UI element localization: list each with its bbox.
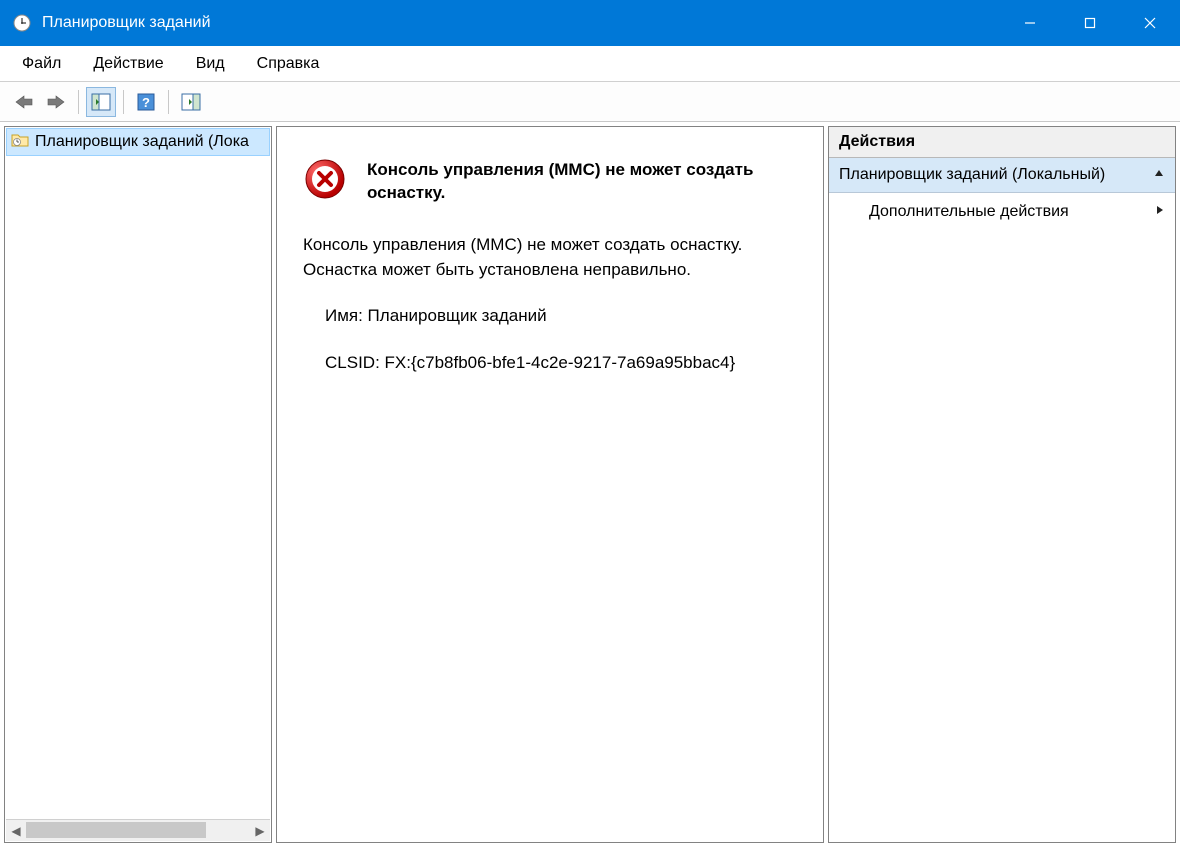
clock-icon	[12, 13, 32, 33]
scroll-thumb[interactable]	[26, 822, 206, 838]
menu-help[interactable]: Справка	[243, 51, 334, 77]
tree-horizontal-scrollbar[interactable]: ◀ ▶	[6, 819, 270, 841]
content-pane: Консоль управления (MMC) не может создат…	[276, 126, 824, 843]
error-clsid-line: CLSID: FX:{c7b8fb06-bfe1-4c2e-9217-7a69a…	[303, 351, 797, 376]
toolbar: ?	[0, 82, 1180, 122]
actions-section-header[interactable]: Планировщик заданий (Локальный)	[829, 158, 1175, 193]
show-hide-actions-button[interactable]	[176, 87, 206, 117]
menu-view[interactable]: Вид	[182, 51, 239, 77]
error-icon	[303, 157, 347, 201]
menubar: Файл Действие Вид Справка	[0, 46, 1180, 82]
submenu-arrow-icon	[1155, 203, 1165, 221]
actions-section-label: Планировщик заданий (Локальный)	[839, 166, 1105, 184]
tree-pane: Планировщик заданий (Лока ◀ ▶	[4, 126, 272, 843]
minimize-button[interactable]	[1000, 0, 1060, 46]
scheduler-folder-icon	[11, 132, 29, 152]
help-button[interactable]: ?	[131, 87, 161, 117]
error-title: Консоль управления (MMC) не может создат…	[367, 157, 797, 205]
tree-root-label: Планировщик заданий (Лока	[35, 133, 249, 151]
svg-text:?: ?	[142, 95, 150, 110]
nav-back-button[interactable]	[9, 87, 39, 117]
collapse-icon	[1153, 166, 1165, 184]
show-hide-tree-button[interactable]	[86, 87, 116, 117]
error-body: Консоль управления (MMC) не может создат…	[303, 233, 797, 376]
error-body-line1: Консоль управления (MMC) не может создат…	[303, 235, 742, 254]
nav-forward-button[interactable]	[41, 87, 71, 117]
window-title: Планировщик заданий	[42, 14, 211, 32]
menu-action[interactable]: Действие	[79, 51, 177, 77]
actions-more-item[interactable]: Дополнительные действия	[829, 193, 1175, 231]
maximize-button[interactable]	[1060, 0, 1120, 46]
titlebar: Планировщик заданий	[0, 0, 1180, 46]
close-button[interactable]	[1120, 0, 1180, 46]
error-body-line2: Оснастка может быть установлена неправил…	[303, 260, 691, 279]
window-controls	[1000, 0, 1180, 46]
tree-root-item[interactable]: Планировщик заданий (Лока	[6, 128, 270, 156]
actions-pane: Действия Планировщик заданий (Локальный)…	[828, 126, 1176, 843]
scroll-right-arrow-icon[interactable]: ▶	[250, 821, 270, 841]
error-name-line: Имя: Планировщик заданий	[303, 304, 797, 329]
actions-more-label: Дополнительные действия	[869, 203, 1069, 221]
menu-file[interactable]: Файл	[8, 51, 75, 77]
body: Планировщик заданий (Лока ◀ ▶	[0, 122, 1180, 847]
actions-pane-header: Действия	[829, 127, 1175, 158]
scroll-left-arrow-icon[interactable]: ◀	[6, 821, 26, 841]
